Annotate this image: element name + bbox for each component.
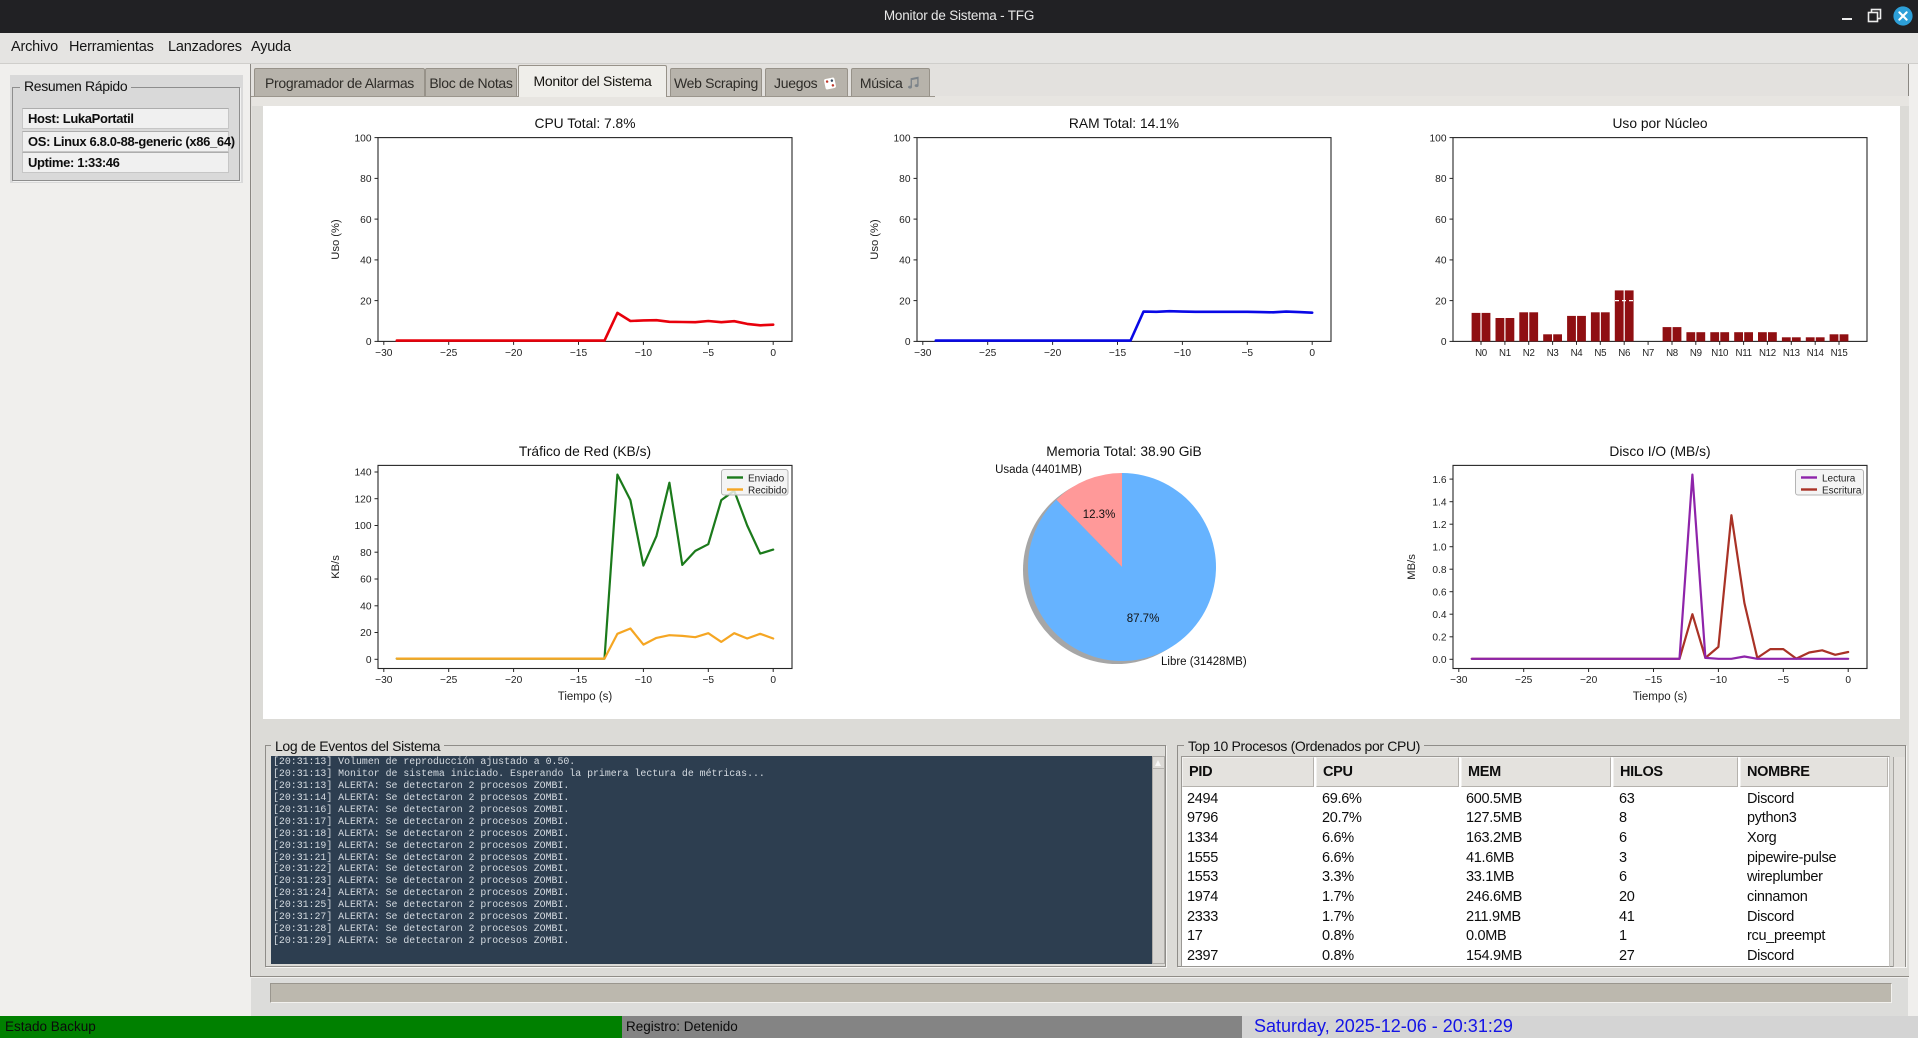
svg-text:0: 0: [1309, 348, 1315, 359]
svg-text:100: 100: [1430, 133, 1447, 144]
svg-text:87.7%: 87.7%: [1127, 613, 1160, 625]
svg-text:Enviado: Enviado: [748, 474, 785, 485]
svg-text:0: 0: [1441, 337, 1447, 348]
svg-text:20: 20: [360, 628, 372, 639]
svg-text:−25: −25: [979, 348, 997, 359]
svg-text:Memoria Total: 38.90 GiB: Memoria Total: 38.90 GiB: [1046, 444, 1201, 459]
svg-text:N12: N12: [1759, 348, 1776, 359]
svg-text:Tráfico de Red (KB/s): Tráfico de Red (KB/s): [519, 444, 651, 459]
svg-text:0.0: 0.0: [1432, 655, 1446, 666]
svg-text:−25: −25: [440, 348, 458, 359]
svg-text:60: 60: [899, 215, 911, 226]
svg-text:0.2: 0.2: [1432, 633, 1446, 644]
svg-text:0.6: 0.6: [1432, 587, 1446, 598]
svg-text:N11: N11: [1736, 348, 1752, 359]
svg-text:120: 120: [355, 494, 372, 505]
svg-text:−5: −5: [1777, 675, 1789, 686]
svg-text:0.4: 0.4: [1432, 610, 1446, 621]
svg-text:N2: N2: [1523, 348, 1535, 359]
svg-text:Uso (%): Uso (%): [869, 219, 881, 260]
svg-text:N1: N1: [1499, 348, 1511, 359]
svg-text:KB/s: KB/s: [330, 555, 342, 579]
svg-text:−5: −5: [702, 348, 714, 359]
svg-text:0: 0: [366, 337, 372, 348]
svg-text:20: 20: [1435, 296, 1447, 307]
svg-text:−20: −20: [1580, 675, 1598, 686]
svg-text:−20: −20: [505, 348, 523, 359]
svg-text:−10: −10: [1174, 348, 1192, 359]
svg-text:N5: N5: [1594, 348, 1606, 359]
svg-text:80: 80: [1435, 174, 1447, 185]
svg-text:Recibido: Recibido: [748, 486, 787, 497]
svg-text:RAM Total: 14.1%: RAM Total: 14.1%: [1069, 116, 1179, 131]
svg-text:−5: −5: [702, 675, 714, 686]
svg-text:0: 0: [770, 348, 776, 359]
svg-text:1.0: 1.0: [1432, 542, 1446, 553]
svg-text:N8: N8: [1666, 348, 1678, 359]
svg-text:N14: N14: [1807, 348, 1825, 359]
svg-text:100: 100: [355, 521, 372, 532]
svg-text:40: 40: [899, 256, 911, 267]
svg-text:Tiempo (s): Tiempo (s): [1633, 691, 1688, 703]
svg-text:Tiempo (s): Tiempo (s): [558, 691, 613, 703]
svg-text:−30: −30: [1450, 675, 1468, 686]
svg-text:Usada (4401MB): Usada (4401MB): [995, 464, 1082, 476]
svg-text:40: 40: [1435, 256, 1447, 267]
svg-text:N7: N7: [1642, 348, 1654, 359]
svg-text:12.3%: 12.3%: [1083, 509, 1116, 521]
svg-text:40: 40: [360, 602, 372, 613]
svg-text:60: 60: [360, 215, 372, 226]
svg-text:1.2: 1.2: [1432, 520, 1446, 531]
svg-text:N0: N0: [1475, 348, 1488, 359]
svg-text:−5: −5: [1241, 348, 1253, 359]
svg-text:100: 100: [355, 133, 372, 144]
svg-text:100: 100: [894, 133, 911, 144]
svg-text:140: 140: [355, 468, 372, 479]
svg-text:60: 60: [1435, 215, 1447, 226]
svg-text:Lectura: Lectura: [1822, 474, 1856, 485]
svg-text:CPU Total: 7.8%: CPU Total: 7.8%: [535, 116, 636, 131]
svg-text:−30: −30: [375, 348, 393, 359]
svg-text:N10: N10: [1711, 348, 1729, 359]
svg-text:−10: −10: [635, 675, 653, 686]
svg-text:−20: −20: [1044, 348, 1062, 359]
svg-text:1.4: 1.4: [1432, 497, 1446, 508]
svg-text:0: 0: [366, 655, 372, 666]
svg-text:N13: N13: [1783, 348, 1800, 359]
svg-text:−15: −15: [1109, 348, 1127, 359]
svg-text:Uso (%): Uso (%): [330, 219, 342, 260]
svg-text:N15: N15: [1831, 348, 1848, 359]
svg-text:−30: −30: [914, 348, 932, 359]
svg-text:1.6: 1.6: [1432, 475, 1446, 486]
svg-text:60: 60: [360, 575, 372, 586]
svg-text:0.8: 0.8: [1432, 565, 1446, 576]
svg-text:80: 80: [899, 174, 911, 185]
svg-text:80: 80: [360, 548, 372, 559]
svg-text:40: 40: [360, 256, 372, 267]
svg-text:20: 20: [360, 296, 372, 307]
svg-text:−10: −10: [1710, 675, 1728, 686]
svg-text:N4: N4: [1571, 348, 1584, 359]
svg-text:N9: N9: [1690, 348, 1702, 359]
svg-text:0: 0: [1845, 675, 1851, 686]
svg-text:Uso por Núcleo: Uso por Núcleo: [1612, 116, 1707, 131]
svg-text:MB/s: MB/s: [1406, 554, 1418, 580]
svg-text:−30: −30: [375, 675, 393, 686]
svg-text:−15: −15: [570, 675, 588, 686]
svg-text:N3: N3: [1547, 348, 1559, 359]
svg-text:−25: −25: [1515, 675, 1533, 686]
svg-text:Escritura: Escritura: [1822, 486, 1862, 497]
svg-text:0: 0: [905, 337, 911, 348]
svg-text:N6: N6: [1618, 348, 1630, 359]
svg-text:80: 80: [360, 174, 372, 185]
svg-text:−15: −15: [570, 348, 588, 359]
svg-text:Libre (31428MB): Libre (31428MB): [1161, 656, 1247, 668]
svg-text:−25: −25: [440, 675, 458, 686]
svg-text:20: 20: [899, 296, 911, 307]
svg-text:−20: −20: [505, 675, 523, 686]
svg-text:−10: −10: [635, 348, 653, 359]
svg-text:Disco I/O (MB/s): Disco I/O (MB/s): [1609, 444, 1710, 459]
svg-text:−15: −15: [1645, 675, 1663, 686]
svg-text:0: 0: [770, 675, 776, 686]
